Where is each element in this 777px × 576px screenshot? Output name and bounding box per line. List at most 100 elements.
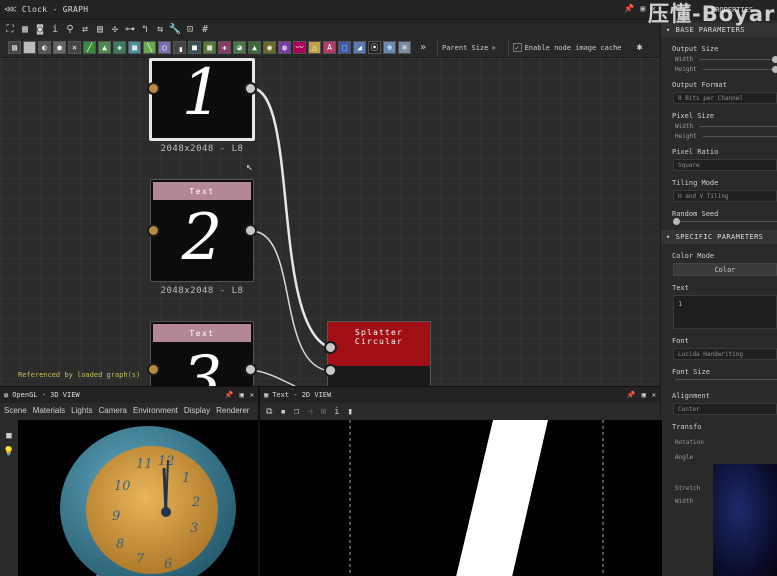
splatter-input-port-2[interactable]: [324, 364, 337, 377]
svg-text:6: 6: [164, 557, 172, 572]
channels-icon[interactable]: ⊞: [321, 407, 326, 417]
node-1-preview: 1: [181, 56, 223, 130]
3d-view-window[interactable]: ◍ OpenGL - 3D VIEW 📌 ▣ ✕ Scene Materials…: [0, 386, 258, 576]
text-node-1[interactable]: 1: [149, 58, 255, 141]
alignment-dropdown[interactable]: Center: [673, 403, 777, 415]
image-icon: ▣: [264, 391, 269, 399]
3d-view-title: OpenGL - 3D VIEW: [12, 391, 80, 399]
menu-lights[interactable]: Lights: [71, 406, 92, 415]
2d-view-toolbar: ⧉ ▪ ❐ ⊣ ⊞ i ▮: [260, 403, 660, 421]
text-node-2[interactable]: Text 2: [150, 179, 254, 282]
color-mode-button[interactable]: Color: [673, 263, 777, 276]
alignment-label: Alignment: [672, 392, 710, 400]
splatter-input-port-1[interactable]: [324, 341, 337, 354]
text-node-3[interactable]: Text 3: [150, 321, 254, 386]
restore-icon[interactable]: ▣: [642, 391, 646, 399]
menu-environment[interactable]: Environment: [133, 406, 178, 415]
graph-window[interactable]: ⋘ Clock - GRAPH 📌 ▣ ✕ ⛶ ▦ ◙ i ⚲ ⇄ ▤ ✣ ⊶ …: [0, 0, 660, 386]
pixel-height-slider[interactable]: [702, 136, 777, 137]
angle-label: Angle: [675, 454, 694, 461]
font-dropdown[interactable]: Lucida Handwriting: [673, 348, 777, 360]
font-size-slider[interactable]: [675, 379, 777, 380]
menu-display[interactable]: Display: [184, 406, 210, 415]
pixel-ratio-dropdown[interactable]: Square: [673, 159, 777, 171]
input-port[interactable]: [147, 82, 160, 95]
pin-icon[interactable]: 📌: [627, 391, 636, 399]
light-bulb-icon[interactable]: 💡: [3, 447, 14, 457]
clock-model: 11 12 1 2 3 10 9 87 6: [60, 426, 236, 576]
rotation-label: Rotation: [675, 439, 704, 446]
slider-knob[interactable]: [772, 66, 777, 73]
svg-text:9: 9: [112, 509, 120, 524]
tiling-mode-dropdown[interactable]: H and V Tiling: [673, 190, 777, 202]
svg-text:7: 7: [136, 552, 145, 567]
histogram-icon[interactable]: ▮: [348, 407, 353, 417]
width-slider[interactable]: [699, 56, 777, 63]
output-port[interactable]: [244, 82, 257, 95]
node-3-preview: 3: [181, 343, 223, 386]
splatter-circular-node[interactable]: Splatter Circular: [327, 321, 431, 386]
tiling-mode-label: Tiling Mode: [672, 179, 719, 187]
node-3-header: Text: [153, 324, 251, 342]
font-label: Font: [672, 337, 689, 345]
webcam-overlay: [713, 464, 777, 576]
height-slider[interactable]: [702, 66, 777, 73]
save-icon[interactable]: ▪: [280, 407, 285, 417]
pin-icon[interactable]: 📌: [225, 391, 234, 399]
random-seed-label: Random Seed: [672, 210, 719, 218]
tile-icon[interactable]: ⊣: [307, 407, 312, 417]
pixel-ratio-label: Pixel Ratio: [672, 148, 719, 156]
font-size-label: Font Size: [672, 368, 710, 376]
fit-icon[interactable]: ⧉: [266, 407, 272, 417]
restore-icon[interactable]: ▣: [240, 391, 244, 399]
wire-3: [250, 369, 296, 386]
referenced-note: Referenced by loaded graph(s): [18, 371, 141, 379]
menu-materials[interactable]: Materials: [33, 406, 65, 415]
svg-text:12: 12: [158, 454, 175, 469]
slider-knob[interactable]: [673, 218, 680, 225]
specific-parameters-section[interactable]: ▾ SPECIFIC PARAMETERS: [661, 230, 777, 244]
node-2-preview: 2: [181, 201, 223, 275]
font-size-row: [661, 379, 777, 380]
input-port[interactable]: [147, 224, 160, 237]
pixel-height-label: Height: [675, 133, 697, 140]
svg-text:8: 8: [116, 537, 124, 552]
height-row: Height: [661, 66, 777, 73]
3d-view-menubar: Scene Materials Lights Camera Environmen…: [0, 403, 258, 417]
menu-scene[interactable]: Scene: [4, 406, 27, 415]
width-row: Width: [661, 56, 777, 63]
3d-view-sidebar: ■ 💡: [0, 431, 18, 457]
splatter-header: Splatter Circular: [328, 322, 430, 366]
menu-renderer[interactable]: Renderer: [216, 406, 249, 415]
close-icon[interactable]: ✕: [250, 391, 254, 399]
height-label: Height: [675, 66, 697, 73]
pixel-width-slider[interactable]: [699, 126, 777, 127]
2d-viewport[interactable]: [260, 420, 662, 576]
output-port[interactable]: [244, 224, 257, 237]
input-port[interactable]: [147, 363, 160, 376]
output-format-dropdown[interactable]: 8 Bits per Channel: [673, 92, 777, 104]
slider-knob[interactable]: [772, 56, 777, 63]
svg-text:11: 11: [136, 457, 153, 472]
2d-view-window[interactable]: ▣ Text - 2D VIEW 📌 ▣ ✕ ⧉ ▪ ❐ ⊣ ⊞ i ▮: [258, 386, 662, 576]
pixel-width-label: Width: [675, 123, 694, 130]
output-port[interactable]: [244, 363, 257, 376]
info-icon[interactable]: i: [334, 407, 339, 417]
node-2-caption: 2048x2048 - L8: [160, 286, 244, 296]
output-size-label: Output Size: [672, 45, 719, 53]
node-2-header: Text: [153, 182, 251, 200]
copy-icon[interactable]: ❐: [294, 407, 299, 417]
svg-text:3: 3: [190, 521, 198, 536]
pixel-height-row: Height: [661, 133, 777, 140]
chevron-down-icon: ▾: [666, 233, 671, 241]
text-input[interactable]: 1: [673, 295, 777, 329]
random-seed-row: [661, 218, 777, 225]
close-icon[interactable]: ✕: [652, 391, 656, 399]
menu-camera[interactable]: Camera: [99, 406, 127, 415]
pixel-width-row: Width: [661, 123, 777, 130]
3d-view-titlebar: ◍ OpenGL - 3D VIEW 📌 ▣ ✕: [0, 387, 258, 403]
video-camera-icon[interactable]: ■: [6, 431, 11, 441]
pixel-size-label: Pixel Size: [672, 112, 715, 120]
3d-viewport[interactable]: 11 12 1 2 3 10 9 87 6: [18, 420, 258, 576]
random-seed-slider[interactable]: [673, 218, 777, 225]
